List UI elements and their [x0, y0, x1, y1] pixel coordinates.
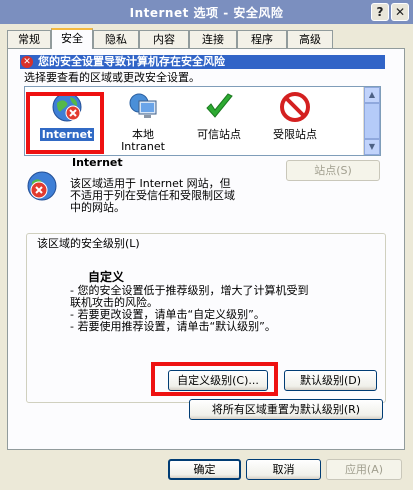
zone-instruction: 选择要查看的区域或更改安全设置。 [24, 71, 200, 84]
warning-shield-icon: ✕ [21, 56, 33, 68]
reset-all-zones-button[interactable]: 将所有区域重置为默认级别(R) [189, 399, 383, 420]
security-level-description: - 您的安全设置低于推荐级别，增大了计算机受到 联机攻击的风险。 - 若要更改设… [70, 284, 309, 333]
zone-trusted-sites-label: 可信站点 [197, 128, 241, 141]
security-warning-text: 您的安全设置导致计算机存在安全风险 [38, 55, 225, 68]
highlight-box-custom-level [151, 362, 278, 396]
tab-security[interactable]: 安全 [51, 28, 93, 49]
scroll-thumb[interactable] [364, 103, 380, 139]
restricted-icon [280, 92, 310, 122]
scroll-down-icon[interactable]: ▼ [364, 139, 380, 155]
scroll-up-icon[interactable]: ▲ [364, 87, 380, 103]
zone-local-intranet[interactable]: 本地 Intranet [105, 87, 181, 153]
security-level-name: 自定义 [88, 270, 125, 284]
zone-trusted-sites[interactable]: 可信站点 [181, 87, 257, 153]
security-warning-bar: ✕ 您的安全设置导致计算机存在安全风险 [20, 55, 385, 69]
zone-globe-icon [27, 171, 57, 201]
tab-content[interactable]: 内容 [139, 30, 189, 48]
help-button[interactable]: ? [371, 3, 389, 21]
tab-programs[interactable]: 程序 [237, 30, 287, 48]
title-bar: Internet 选项 - 安全风险 ? ✕ [0, 0, 413, 24]
ok-button[interactable]: 确定 [168, 459, 241, 480]
zone-restricted-sites-label: 受限站点 [273, 128, 317, 141]
highlight-box-internet [26, 92, 104, 154]
zone-description: 该区域适用于 Internet 网站，但 不适用于列在受信任和受限制区域 中的网… [70, 177, 235, 214]
security-level-group-title: 该区域的安全级别(L) [34, 235, 143, 251]
zone-local-intranet-label: 本地 Intranet [121, 128, 165, 153]
monitor-icon [129, 93, 157, 118]
tab-privacy[interactable]: 隐私 [93, 30, 139, 48]
tab-advanced[interactable]: 高级 [287, 30, 333, 48]
apply-button[interactable]: 应用(A) [326, 459, 402, 480]
default-level-button[interactable]: 默认级别(D) [284, 370, 377, 391]
zone-restricted-sites[interactable]: 受限站点 [257, 87, 333, 153]
window-title: Internet 选项 - 安全风险 [129, 6, 284, 20]
tab-connections[interactable]: 连接 [189, 30, 237, 48]
zones-scrollbar[interactable]: ▲ ▼ [363, 87, 380, 155]
checkmark-icon [206, 93, 233, 118]
tab-general[interactable]: 常规 [7, 30, 51, 48]
zone-name: Internet [72, 156, 123, 169]
sites-button[interactable]: 站点(S) [286, 160, 380, 181]
cancel-button[interactable]: 取消 [246, 459, 321, 480]
close-button[interactable]: ✕ [391, 3, 409, 21]
